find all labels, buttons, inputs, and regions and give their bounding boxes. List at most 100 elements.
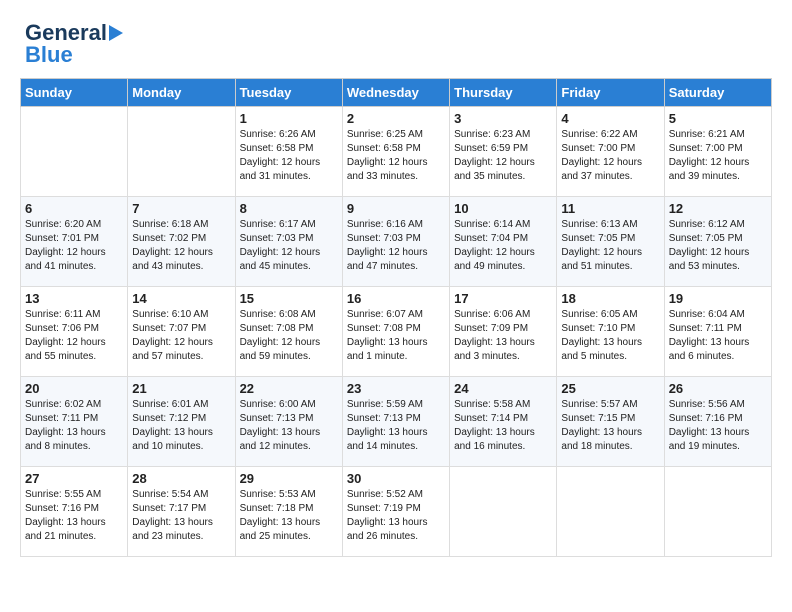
day-info: Sunrise: 6:00 AM Sunset: 7:13 PM Dayligh… (240, 398, 338, 454)
day-info: Sunrise: 6:02 AM Sunset: 7:11 PM Dayligh… (25, 398, 123, 454)
day-info: Sunrise: 6:08 AM Sunset: 7:08 PM Dayligh… (240, 308, 338, 364)
day-info: Sunrise: 6:01 AM Sunset: 7:12 PM Dayligh… (132, 398, 230, 454)
logo-blue: Blue (25, 42, 73, 68)
calendar-cell: 20 Sunrise: 6:02 AM Sunset: 7:11 PM Dayli… (21, 377, 128, 467)
calendar-cell: 3 Sunrise: 6:23 AM Sunset: 6:59 PM Daylig… (450, 107, 557, 197)
calendar-cell: 22 Sunrise: 6:00 AM Sunset: 7:13 PM Dayli… (235, 377, 342, 467)
day-number: 24 (454, 381, 552, 396)
page-header: General Blue (10, 10, 782, 73)
calendar-week-row: 1 Sunrise: 6:26 AM Sunset: 6:58 PM Daylig… (21, 107, 772, 197)
day-number: 25 (561, 381, 659, 396)
day-info: Sunrise: 6:17 AM Sunset: 7:03 PM Dayligh… (240, 218, 338, 274)
calendar-table: SundayMondayTuesdayWednesdayThursdayFrid… (20, 78, 772, 557)
day-info: Sunrise: 6:11 AM Sunset: 7:06 PM Dayligh… (25, 308, 123, 364)
weekday-header-thursday: Thursday (450, 79, 557, 107)
day-info: Sunrise: 6:20 AM Sunset: 7:01 PM Dayligh… (25, 218, 123, 274)
day-number: 6 (25, 201, 123, 216)
calendar-week-row: 6 Sunrise: 6:20 AM Sunset: 7:01 PM Daylig… (21, 197, 772, 287)
calendar-cell: 27Sunrise: 5:55 AM Sunset: 7:16 PM Dayli… (21, 467, 128, 557)
calendar-cell: 12 Sunrise: 6:12 AM Sunset: 7:05 PM Dayli… (664, 197, 771, 287)
calendar-cell: 26 Sunrise: 5:56 AM Sunset: 7:16 PM Dayli… (664, 377, 771, 467)
day-info: Sunrise: 6:07 AM Sunset: 7:08 PM Dayligh… (347, 308, 445, 364)
day-number: 15 (240, 291, 338, 306)
day-number: 16 (347, 291, 445, 306)
day-info: Sunrise: 6:25 AM Sunset: 6:58 PM Dayligh… (347, 128, 445, 184)
day-number: 20 (25, 381, 123, 396)
day-number: 18 (561, 291, 659, 306)
day-number: 12 (669, 201, 767, 216)
day-info: Sunrise: 6:06 AM Sunset: 7:09 PM Dayligh… (454, 308, 552, 364)
weekday-header-monday: Monday (128, 79, 235, 107)
calendar-cell: 5Sunrise: 6:21 AM Sunset: 7:00 PM Daylig… (664, 107, 771, 197)
day-number: 13 (25, 291, 123, 306)
day-info: Sunrise: 6:14 AM Sunset: 7:04 PM Dayligh… (454, 218, 552, 274)
day-number: 21 (132, 381, 230, 396)
calendar-cell (450, 467, 557, 557)
calendar-cell: 18 Sunrise: 6:05 AM Sunset: 7:10 PM Dayli… (557, 287, 664, 377)
calendar-cell: 23Sunrise: 5:59 AM Sunset: 7:13 PM Dayli… (342, 377, 449, 467)
day-number: 10 (454, 201, 552, 216)
calendar-cell: 28 Sunrise: 5:54 AM Sunset: 7:17 PM Dayli… (128, 467, 235, 557)
calendar-cell: 17Sunrise: 6:06 AM Sunset: 7:09 PM Dayli… (450, 287, 557, 377)
calendar-cell: 2 Sunrise: 6:25 AM Sunset: 6:58 PM Daylig… (342, 107, 449, 197)
day-number: 30 (347, 471, 445, 486)
weekday-header-tuesday: Tuesday (235, 79, 342, 107)
day-number: 3 (454, 111, 552, 126)
day-info: Sunrise: 5:52 AM Sunset: 7:19 PM Dayligh… (347, 488, 445, 544)
day-info: Sunrise: 5:55 AM Sunset: 7:16 PM Dayligh… (25, 488, 123, 544)
day-info: Sunrise: 6:23 AM Sunset: 6:59 PM Dayligh… (454, 128, 552, 184)
day-number: 29 (240, 471, 338, 486)
calendar-cell: 10 Sunrise: 6:14 AM Sunset: 7:04 PM Dayli… (450, 197, 557, 287)
calendar-cell: 6 Sunrise: 6:20 AM Sunset: 7:01 PM Daylig… (21, 197, 128, 287)
calendar-cell: 4Sunrise: 6:22 AM Sunset: 7:00 PM Daylig… (557, 107, 664, 197)
day-number: 9 (347, 201, 445, 216)
logo: General Blue (25, 20, 123, 68)
calendar-cell: 14 Sunrise: 6:10 AM Sunset: 7:07 PM Dayli… (128, 287, 235, 377)
day-number: 2 (347, 111, 445, 126)
day-number: 8 (240, 201, 338, 216)
day-number: 11 (561, 201, 659, 216)
calendar-week-row: 13 Sunrise: 6:11 AM Sunset: 7:06 PM Dayli… (21, 287, 772, 377)
calendar-week-row: 20 Sunrise: 6:02 AM Sunset: 7:11 PM Dayli… (21, 377, 772, 467)
calendar-cell: 25Sunrise: 5:57 AM Sunset: 7:15 PM Dayli… (557, 377, 664, 467)
weekday-header-wednesday: Wednesday (342, 79, 449, 107)
day-info: Sunrise: 6:12 AM Sunset: 7:05 PM Dayligh… (669, 218, 767, 274)
day-info: Sunrise: 5:56 AM Sunset: 7:16 PM Dayligh… (669, 398, 767, 454)
day-info: Sunrise: 6:10 AM Sunset: 7:07 PM Dayligh… (132, 308, 230, 364)
day-number: 28 (132, 471, 230, 486)
calendar-cell (664, 467, 771, 557)
day-number: 22 (240, 381, 338, 396)
day-number: 1 (240, 111, 338, 126)
weekday-header-row: SundayMondayTuesdayWednesdayThursdayFrid… (21, 79, 772, 107)
calendar-cell: 11 Sunrise: 6:13 AM Sunset: 7:05 PM Dayli… (557, 197, 664, 287)
day-number: 4 (561, 111, 659, 126)
day-number: 26 (669, 381, 767, 396)
calendar-cell (21, 107, 128, 197)
day-info: Sunrise: 6:18 AM Sunset: 7:02 PM Dayligh… (132, 218, 230, 274)
day-info: Sunrise: 6:16 AM Sunset: 7:03 PM Dayligh… (347, 218, 445, 274)
day-info: Sunrise: 6:05 AM Sunset: 7:10 PM Dayligh… (561, 308, 659, 364)
calendar-cell: 24 Sunrise: 5:58 AM Sunset: 7:14 PM Dayli… (450, 377, 557, 467)
day-info: Sunrise: 5:53 AM Sunset: 7:18 PM Dayligh… (240, 488, 338, 544)
day-info: Sunrise: 6:04 AM Sunset: 7:11 PM Dayligh… (669, 308, 767, 364)
calendar-cell (128, 107, 235, 197)
calendar-cell: 30 Sunrise: 5:52 AM Sunset: 7:19 PM Dayli… (342, 467, 449, 557)
day-number: 7 (132, 201, 230, 216)
day-info: Sunrise: 6:13 AM Sunset: 7:05 PM Dayligh… (561, 218, 659, 274)
weekday-header-sunday: Sunday (21, 79, 128, 107)
day-number: 14 (132, 291, 230, 306)
day-info: Sunrise: 5:59 AM Sunset: 7:13 PM Dayligh… (347, 398, 445, 454)
weekday-header-saturday: Saturday (664, 79, 771, 107)
calendar-cell: 8 Sunrise: 6:17 AM Sunset: 7:03 PM Daylig… (235, 197, 342, 287)
day-info: Sunrise: 6:26 AM Sunset: 6:58 PM Dayligh… (240, 128, 338, 184)
calendar-cell: 21 Sunrise: 6:01 AM Sunset: 7:12 PM Dayli… (128, 377, 235, 467)
calendar-cell: 19Sunrise: 6:04 AM Sunset: 7:11 PM Dayli… (664, 287, 771, 377)
calendar-cell: 13 Sunrise: 6:11 AM Sunset: 7:06 PM Dayli… (21, 287, 128, 377)
day-info: Sunrise: 5:54 AM Sunset: 7:17 PM Dayligh… (132, 488, 230, 544)
calendar-cell: 7 Sunrise: 6:18 AM Sunset: 7:02 PM Daylig… (128, 197, 235, 287)
logo-arrow-icon (109, 25, 123, 41)
calendar-cell (557, 467, 664, 557)
day-info: Sunrise: 5:58 AM Sunset: 7:14 PM Dayligh… (454, 398, 552, 454)
calendar-cell: 1 Sunrise: 6:26 AM Sunset: 6:58 PM Daylig… (235, 107, 342, 197)
day-number: 5 (669, 111, 767, 126)
